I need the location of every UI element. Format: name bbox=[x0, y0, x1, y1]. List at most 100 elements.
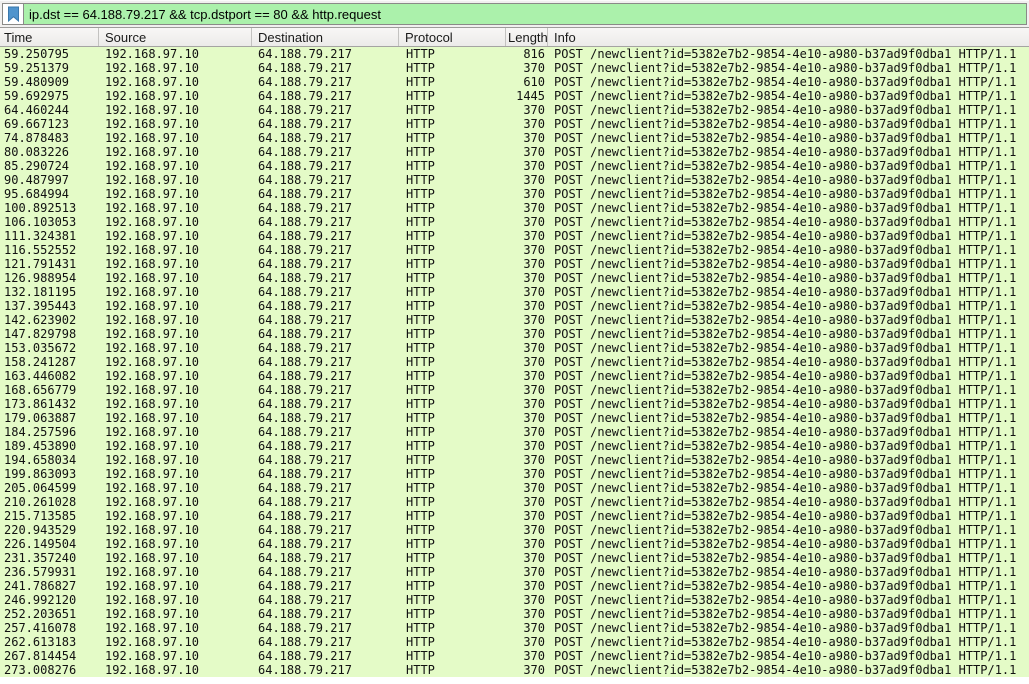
packet-row[interactable]: 231.357240192.168.97.1064.188.79.217HTTP… bbox=[0, 551, 1029, 565]
packet-source: 192.168.97.10 bbox=[99, 369, 252, 383]
packet-row[interactable]: 199.863093192.168.97.1064.188.79.217HTTP… bbox=[0, 467, 1029, 481]
packet-time: 158.241287 bbox=[0, 355, 99, 369]
packet-row[interactable]: 173.861432192.168.97.1064.188.79.217HTTP… bbox=[0, 397, 1029, 411]
packet-row[interactable]: 257.416078192.168.97.1064.188.79.217HTTP… bbox=[0, 621, 1029, 635]
packet-destination: 64.188.79.217 bbox=[252, 537, 399, 551]
packet-row[interactable]: 147.829798192.168.97.1064.188.79.217HTTP… bbox=[0, 327, 1029, 341]
packet-protocol: HTTP bbox=[399, 145, 506, 159]
packet-source: 192.168.97.10 bbox=[99, 551, 252, 565]
packet-row[interactable]: 95.684994192.168.97.1064.188.79.217HTTP3… bbox=[0, 187, 1029, 201]
packet-row[interactable]: 74.878483192.168.97.1064.188.79.217HTTP3… bbox=[0, 131, 1029, 145]
display-filter-input[interactable]: ip.dst == 64.188.79.217 && tcp.dstport =… bbox=[23, 3, 1027, 25]
packet-time: 210.261028 bbox=[0, 495, 99, 509]
column-header-destination[interactable]: Destination bbox=[252, 28, 399, 46]
packet-protocol: HTTP bbox=[399, 75, 506, 89]
packet-destination: 64.188.79.217 bbox=[252, 565, 399, 579]
packet-protocol: HTTP bbox=[399, 299, 506, 313]
packet-row[interactable]: 69.667123192.168.97.1064.188.79.217HTTP3… bbox=[0, 117, 1029, 131]
packet-row[interactable]: 236.579931192.168.97.1064.188.79.217HTTP… bbox=[0, 565, 1029, 579]
packet-destination: 64.188.79.217 bbox=[252, 201, 399, 215]
packet-length: 370 bbox=[506, 565, 548, 579]
packet-row[interactable]: 59.251379192.168.97.1064.188.79.217HTTP3… bbox=[0, 61, 1029, 75]
packet-row[interactable]: 163.446082192.168.97.1064.188.79.217HTTP… bbox=[0, 369, 1029, 383]
packet-row[interactable]: 100.892513192.168.97.1064.188.79.217HTTP… bbox=[0, 201, 1029, 215]
packet-length: 370 bbox=[506, 579, 548, 593]
packet-length: 370 bbox=[506, 425, 548, 439]
packet-source: 192.168.97.10 bbox=[99, 425, 252, 439]
packet-row[interactable]: 220.943529192.168.97.1064.188.79.217HTTP… bbox=[0, 523, 1029, 537]
packet-time: 236.579931 bbox=[0, 565, 99, 579]
packet-time: 137.395443 bbox=[0, 299, 99, 313]
packet-destination: 64.188.79.217 bbox=[252, 425, 399, 439]
packet-info: POST /newclient?id=5382e7b2-9854-4e10-a9… bbox=[548, 243, 1029, 257]
packet-row[interactable]: 85.290724192.168.97.1064.188.79.217HTTP3… bbox=[0, 159, 1029, 173]
packet-length: 370 bbox=[506, 327, 548, 341]
packet-info: POST /newclient?id=5382e7b2-9854-4e10-a9… bbox=[548, 621, 1029, 635]
packet-row[interactable]: 184.257596192.168.97.1064.188.79.217HTTP… bbox=[0, 425, 1029, 439]
packet-destination: 64.188.79.217 bbox=[252, 271, 399, 285]
packet-protocol: HTTP bbox=[399, 89, 506, 103]
packet-row[interactable]: 267.814454192.168.97.1064.188.79.217HTTP… bbox=[0, 649, 1029, 663]
packet-row[interactable]: 210.261028192.168.97.1064.188.79.217HTTP… bbox=[0, 495, 1029, 509]
packet-row[interactable]: 132.181195192.168.97.1064.188.79.217HTTP… bbox=[0, 285, 1029, 299]
packet-destination: 64.188.79.217 bbox=[252, 215, 399, 229]
packet-row[interactable]: 142.623902192.168.97.1064.188.79.217HTTP… bbox=[0, 313, 1029, 327]
packet-time: 226.149504 bbox=[0, 537, 99, 551]
packet-row[interactable]: 126.988954192.168.97.1064.188.79.217HTTP… bbox=[0, 271, 1029, 285]
column-header-time[interactable]: Time bbox=[0, 28, 99, 46]
packet-row[interactable]: 246.992120192.168.97.1064.188.79.217HTTP… bbox=[0, 593, 1029, 607]
packet-info: POST /newclient?id=5382e7b2-9854-4e10-a9… bbox=[548, 369, 1029, 383]
packet-row[interactable]: 80.083226192.168.97.1064.188.79.217HTTP3… bbox=[0, 145, 1029, 159]
packet-source: 192.168.97.10 bbox=[99, 173, 252, 187]
packet-row[interactable]: 215.713585192.168.97.1064.188.79.217HTTP… bbox=[0, 509, 1029, 523]
packet-row[interactable]: 121.791431192.168.97.1064.188.79.217HTTP… bbox=[0, 257, 1029, 271]
packet-time: 215.713585 bbox=[0, 509, 99, 523]
packet-protocol: HTTP bbox=[399, 467, 506, 481]
packet-row[interactable]: 90.487997192.168.97.1064.188.79.217HTTP3… bbox=[0, 173, 1029, 187]
packet-length: 816 bbox=[506, 47, 548, 61]
packet-row[interactable]: 205.064599192.168.97.1064.188.79.217HTTP… bbox=[0, 481, 1029, 495]
packet-row[interactable]: 116.552552192.168.97.1064.188.79.217HTTP… bbox=[0, 243, 1029, 257]
packet-destination: 64.188.79.217 bbox=[252, 187, 399, 201]
packet-info: POST /newclient?id=5382e7b2-9854-4e10-a9… bbox=[548, 173, 1029, 187]
packet-row[interactable]: 241.786827192.168.97.1064.188.79.217HTTP… bbox=[0, 579, 1029, 593]
packet-row[interactable]: 226.149504192.168.97.1064.188.79.217HTTP… bbox=[0, 537, 1029, 551]
packet-protocol: HTTP bbox=[399, 243, 506, 257]
packet-source: 192.168.97.10 bbox=[99, 89, 252, 103]
column-header-length[interactable]: Length bbox=[506, 28, 548, 46]
packet-time: 69.667123 bbox=[0, 117, 99, 131]
packet-info: POST /newclient?id=5382e7b2-9854-4e10-a9… bbox=[548, 579, 1029, 593]
packet-protocol: HTTP bbox=[399, 215, 506, 229]
packet-row[interactable]: 137.395443192.168.97.1064.188.79.217HTTP… bbox=[0, 299, 1029, 313]
packet-row[interactable]: 106.103053192.168.97.1064.188.79.217HTTP… bbox=[0, 215, 1029, 229]
packet-row[interactable]: 168.656779192.168.97.1064.188.79.217HTTP… bbox=[0, 383, 1029, 397]
packet-source: 192.168.97.10 bbox=[99, 117, 252, 131]
filter-bookmark-button[interactable] bbox=[2, 3, 23, 25]
packet-time: 179.063887 bbox=[0, 411, 99, 425]
packet-row[interactable]: 189.453890192.168.97.1064.188.79.217HTTP… bbox=[0, 439, 1029, 453]
packet-row[interactable]: 64.460244192.168.97.1064.188.79.217HTTP3… bbox=[0, 103, 1029, 117]
packet-row[interactable]: 179.063887192.168.97.1064.188.79.217HTTP… bbox=[0, 411, 1029, 425]
packet-destination: 64.188.79.217 bbox=[252, 579, 399, 593]
packet-row[interactable]: 252.203651192.168.97.1064.188.79.217HTTP… bbox=[0, 607, 1029, 621]
packet-destination: 64.188.79.217 bbox=[252, 467, 399, 481]
packet-row[interactable]: 262.613183192.168.97.1064.188.79.217HTTP… bbox=[0, 635, 1029, 649]
packet-source: 192.168.97.10 bbox=[99, 229, 252, 243]
packet-destination: 64.188.79.217 bbox=[252, 439, 399, 453]
packet-row[interactable]: 59.692975192.168.97.1064.188.79.217HTTP1… bbox=[0, 89, 1029, 103]
packet-row[interactable]: 273.008276192.168.97.1064.188.79.217HTTP… bbox=[0, 663, 1029, 677]
packet-row[interactable]: 59.480909192.168.97.1064.188.79.217HTTP6… bbox=[0, 75, 1029, 89]
packet-destination: 64.188.79.217 bbox=[252, 495, 399, 509]
packet-protocol: HTTP bbox=[399, 565, 506, 579]
packet-row[interactable]: 158.241287192.168.97.1064.188.79.217HTTP… bbox=[0, 355, 1029, 369]
packet-time: 199.863093 bbox=[0, 467, 99, 481]
packet-row[interactable]: 59.250795192.168.97.1064.188.79.217HTTP8… bbox=[0, 47, 1029, 61]
column-header-protocol[interactable]: Protocol bbox=[399, 28, 506, 46]
packet-row[interactable]: 194.658034192.168.97.1064.188.79.217HTTP… bbox=[0, 453, 1029, 467]
packet-destination: 64.188.79.217 bbox=[252, 481, 399, 495]
packet-row[interactable]: 153.035672192.168.97.1064.188.79.217HTTP… bbox=[0, 341, 1029, 355]
column-header-source[interactable]: Source bbox=[99, 28, 252, 46]
column-header-info[interactable]: Info bbox=[548, 28, 1029, 46]
packet-info: POST /newclient?id=5382e7b2-9854-4e10-a9… bbox=[548, 453, 1029, 467]
packet-row[interactable]: 111.324381192.168.97.1064.188.79.217HTTP… bbox=[0, 229, 1029, 243]
